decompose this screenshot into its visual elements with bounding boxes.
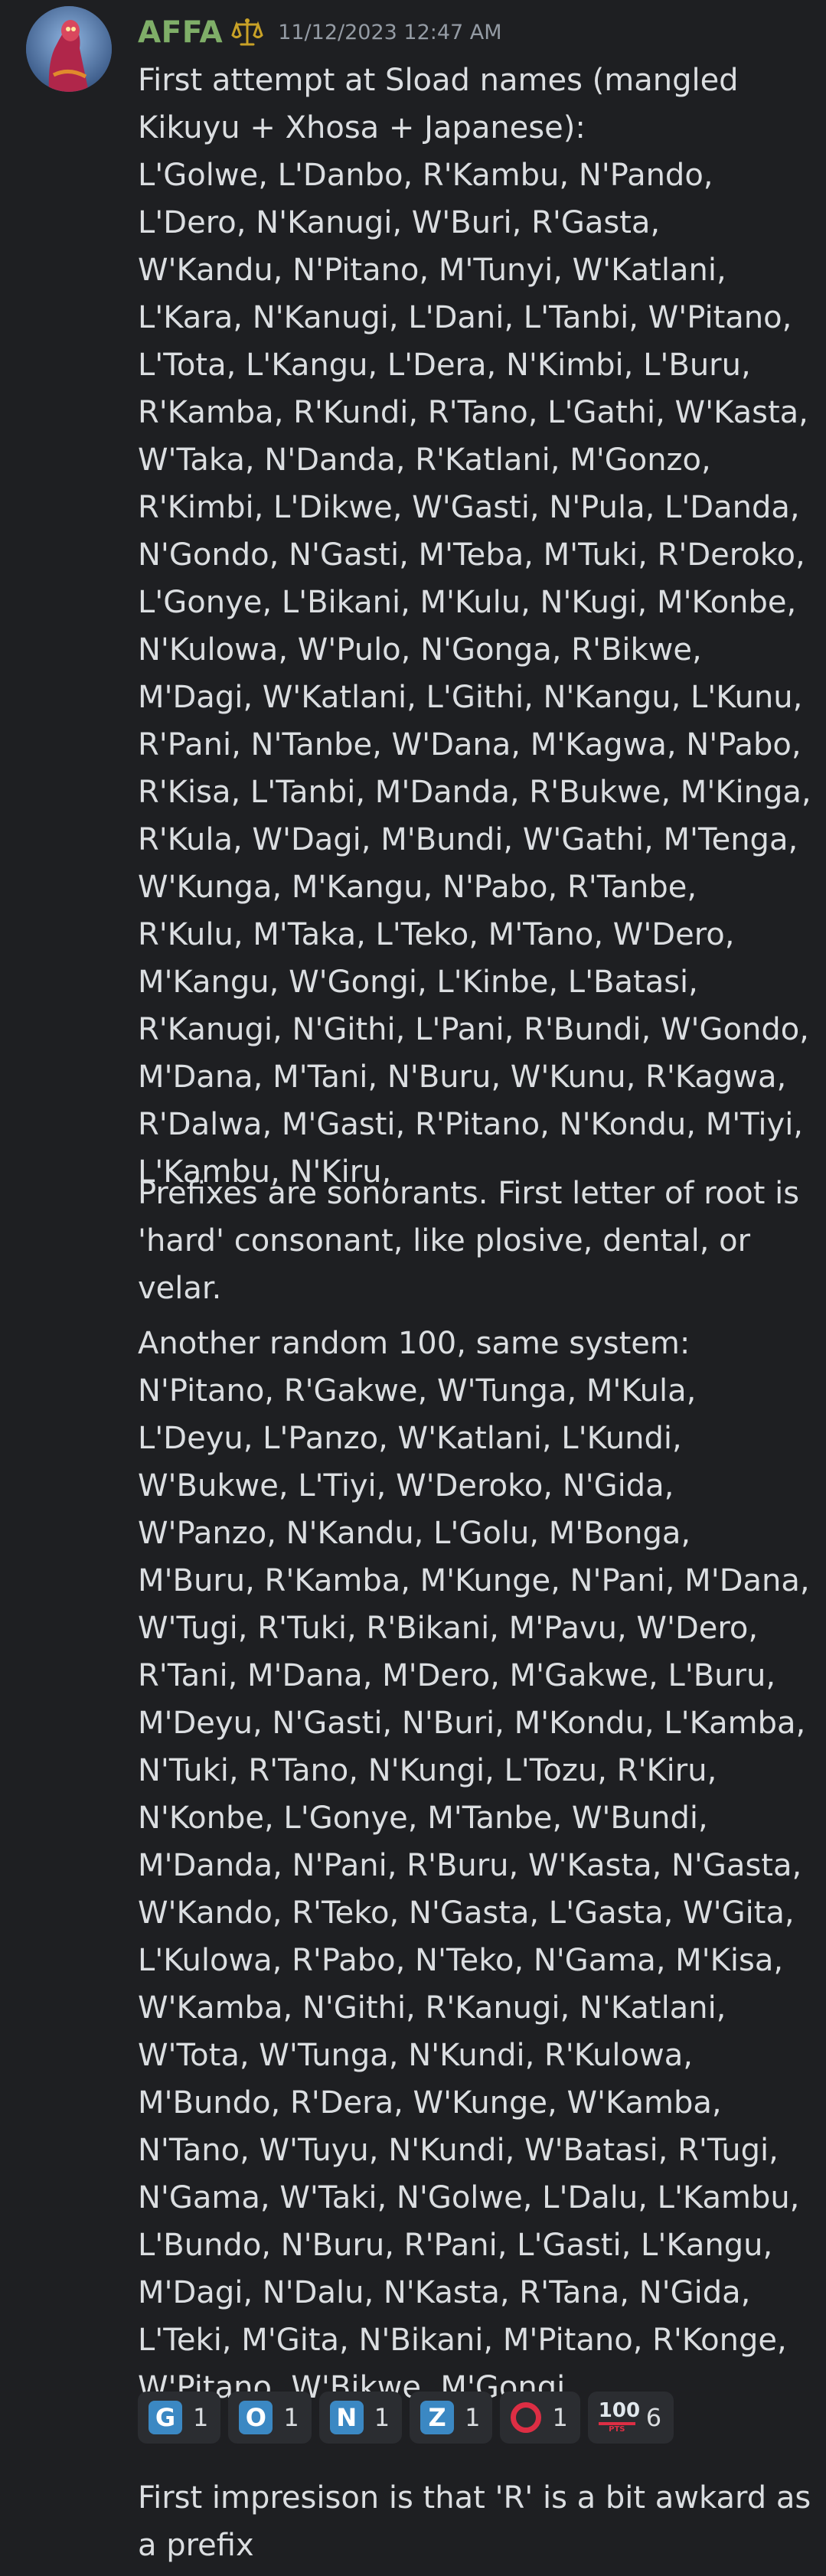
scales-icon[interactable]	[230, 15, 264, 49]
reaction-100[interactable]: 100 PTS 6	[587, 2392, 674, 2444]
message-paragraph-rule: Prefixes are sonorants. First letter of …	[138, 1176, 800, 1306]
reactions-bar: G 1 O 1 N 1 Z 1 1 100 PTS 6	[138, 2392, 674, 2444]
reaction-circle[interactable]: 1	[500, 2392, 580, 2444]
regional-indicator-g-icon: G	[149, 2401, 182, 2434]
avatar[interactable]	[26, 6, 112, 92]
reaction-o[interactable]: O 1	[228, 2392, 312, 2444]
timestamp[interactable]: 11/12/2023 12:47 AM	[278, 21, 501, 44]
reaction-count: 1	[374, 2403, 390, 2432]
avatar-image	[26, 6, 112, 92]
regional-indicator-z-icon: Z	[420, 2401, 455, 2434]
hundred-points-number: 100	[598, 2399, 640, 2425]
message-paragraph-names-2: Another random 100, same system: N'Pitan…	[138, 1326, 810, 2405]
message-paragraph-names-1: First attempt at Sload names (mangled Ki…	[138, 63, 811, 1190]
reaction-z[interactable]: Z 1	[410, 2392, 493, 2444]
reaction-count: 6	[645, 2403, 662, 2432]
hundred-points-icon: 100 PTS	[598, 2399, 640, 2434]
next-message-text: First impresison is that 'R' is a bit aw…	[138, 2480, 811, 2563]
reaction-n[interactable]: N 1	[318, 2392, 403, 2444]
regional-indicator-n-icon: N	[329, 2401, 364, 2434]
username[interactable]: AFFA	[138, 15, 223, 50]
reaction-count: 1	[552, 2403, 568, 2432]
reaction-count: 1	[465, 2403, 481, 2432]
message-header: AFFA 11/12/2023 12:47 AM	[138, 9, 502, 55]
reaction-g[interactable]: G 1	[138, 2392, 221, 2444]
heavy-circle-icon	[511, 2402, 542, 2433]
reaction-count: 1	[283, 2403, 299, 2432]
reaction-count: 1	[193, 2403, 209, 2432]
hundred-points-sub: PTS	[609, 2425, 625, 2434]
regional-indicator-o-icon: O	[239, 2401, 273, 2434]
